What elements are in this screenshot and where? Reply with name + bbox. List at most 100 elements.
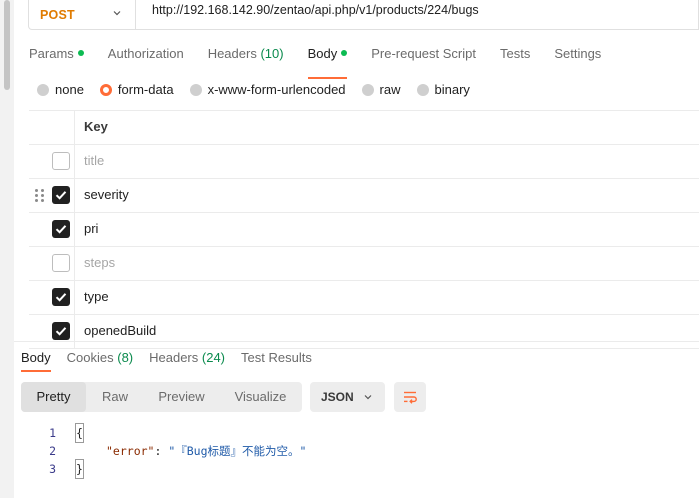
- row-key-input[interactable]: steps: [84, 247, 115, 279]
- url-input[interactable]: http://192.168.142.90/zentao/api.php/v1/…: [136, 0, 699, 30]
- radio-label: binary: [434, 82, 470, 97]
- radio-label: form-data: [117, 82, 174, 97]
- row-key-input[interactable]: severity: [84, 179, 129, 211]
- radio-circle-icon: [189, 83, 202, 96]
- radio-label: x-www-form-urlencoded: [207, 82, 346, 97]
- checkmark-icon: [55, 293, 67, 302]
- row-checkbox[interactable]: [52, 288, 70, 306]
- radio-raw[interactable]: raw: [361, 82, 401, 97]
- radio-binary[interactable]: binary: [416, 82, 470, 97]
- table-row[interactable]: title: [29, 145, 699, 179]
- status-dot-icon: [341, 50, 348, 56]
- tab-label: Body: [307, 46, 338, 61]
- json-key: "error": [106, 444, 155, 458]
- status-dot-icon: [77, 50, 84, 56]
- request-tabs: Params Authorization Headers (10) Body P…: [29, 44, 625, 79]
- radio-circle-icon: [99, 83, 112, 96]
- tab-body[interactable]: Body: [307, 44, 348, 79]
- row-checkbox[interactable]: [52, 152, 70, 170]
- line-number: 3: [49, 462, 56, 476]
- radio-circle-icon: [416, 83, 429, 96]
- tab-label: Tests: [499, 46, 531, 61]
- checkmark-icon: [55, 327, 67, 336]
- json-close-brace: }: [75, 459, 84, 479]
- response-tab-test-results[interactable]: Test Results: [241, 350, 312, 366]
- row-checkbox[interactable]: [52, 254, 70, 272]
- method-select[interactable]: POST: [28, 0, 136, 30]
- body-type-radio-group: none form-data x-www-form-urlencoded raw…: [37, 82, 486, 97]
- tab-settings[interactable]: Settings: [554, 44, 601, 72]
- column-divider: [74, 281, 75, 314]
- table-row[interactable]: openedBuild: [29, 315, 699, 349]
- wrap-lines-icon: [404, 391, 417, 404]
- tab-label: Pre-request Script: [371, 46, 476, 61]
- tab-label: Authorization: [107, 46, 184, 61]
- line-number: 1: [49, 426, 56, 440]
- column-divider: [74, 247, 75, 280]
- scrollbar-thumb[interactable]: [4, 0, 10, 90]
- format-select[interactable]: JSON: [310, 382, 385, 412]
- form-data-table: Key title severity pri steps type opened…: [29, 110, 699, 349]
- view-mode-raw[interactable]: Raw: [86, 382, 144, 412]
- response-divider[interactable]: [14, 341, 699, 342]
- table-header-row: Key: [29, 111, 699, 145]
- row-key-input[interactable]: title: [84, 145, 104, 177]
- column-divider: [74, 213, 75, 246]
- tab-label: Settings: [554, 46, 602, 61]
- radio-circle-icon: [361, 83, 374, 96]
- radio-label: raw: [379, 82, 401, 97]
- tab-label: Test Results: [241, 350, 312, 365]
- tab-label: Params: [29, 46, 74, 61]
- response-tab-headers[interactable]: Headers (24): [149, 350, 225, 366]
- tab-label: Body: [21, 350, 51, 365]
- response-tabs: Body Cookies (8) Headers (24) Test Resul…: [21, 350, 328, 372]
- view-mode-pretty[interactable]: Pretty: [21, 382, 86, 412]
- json-open-brace: {: [75, 423, 84, 443]
- tab-label: Headers: [207, 46, 257, 61]
- tab-count: (8): [117, 350, 134, 365]
- checkmark-icon: [55, 225, 67, 234]
- tab-label: Cookies: [66, 350, 114, 365]
- tab-pre-request-script[interactable]: Pre-request Script: [371, 44, 476, 72]
- method-label: POST: [40, 7, 75, 22]
- tab-authorization[interactable]: Authorization: [108, 44, 184, 72]
- view-mode-visualize[interactable]: Visualize: [219, 382, 302, 412]
- left-scrollbar[interactable]: [0, 0, 14, 498]
- column-divider: [74, 179, 75, 212]
- radio-label: none: [55, 82, 84, 97]
- drag-handle-icon[interactable]: [35, 189, 45, 203]
- column-divider: [74, 315, 75, 348]
- table-row[interactable]: type: [29, 281, 699, 315]
- url-text: http://192.168.142.90/zentao/api.php/v1/…: [152, 3, 479, 17]
- chevron-down-icon: [364, 395, 372, 400]
- column-divider: [74, 111, 75, 144]
- tab-headers[interactable]: Headers (10): [208, 44, 284, 72]
- tab-tests[interactable]: Tests: [500, 44, 530, 72]
- wrap-lines-button[interactable]: [394, 382, 426, 412]
- radio-x-www-form-urlencoded[interactable]: x-www-form-urlencoded: [189, 82, 346, 97]
- table-row[interactable]: severity: [29, 179, 699, 213]
- radio-form-data[interactable]: form-data: [99, 82, 174, 97]
- tab-count: (24): [201, 350, 226, 365]
- row-key-input[interactable]: openedBuild: [84, 315, 156, 347]
- json-separator: :: [154, 444, 169, 458]
- table-row[interactable]: pri: [29, 213, 699, 247]
- row-checkbox[interactable]: [52, 186, 70, 204]
- row-checkbox[interactable]: [52, 322, 70, 340]
- line-number: 2: [49, 444, 56, 458]
- table-row[interactable]: steps: [29, 247, 699, 281]
- json-value: "『Bug标题』不能为空。": [168, 444, 307, 458]
- tab-count: (10): [260, 46, 284, 61]
- radio-none[interactable]: none: [37, 82, 84, 97]
- view-mode-segmented-control: Pretty Raw Preview Visualize: [21, 382, 302, 412]
- row-key-input[interactable]: pri: [84, 213, 98, 245]
- response-tab-cookies[interactable]: Cookies (8): [67, 350, 133, 366]
- column-divider: [74, 145, 75, 178]
- response-tab-body[interactable]: Body: [21, 350, 51, 372]
- row-checkbox[interactable]: [52, 220, 70, 238]
- row-key-input[interactable]: type: [84, 281, 109, 313]
- tab-params[interactable]: Params: [29, 44, 84, 72]
- chevron-down-icon: [113, 11, 121, 16]
- view-mode-preview[interactable]: Preview: [144, 382, 219, 412]
- column-header-key: Key: [84, 119, 108, 134]
